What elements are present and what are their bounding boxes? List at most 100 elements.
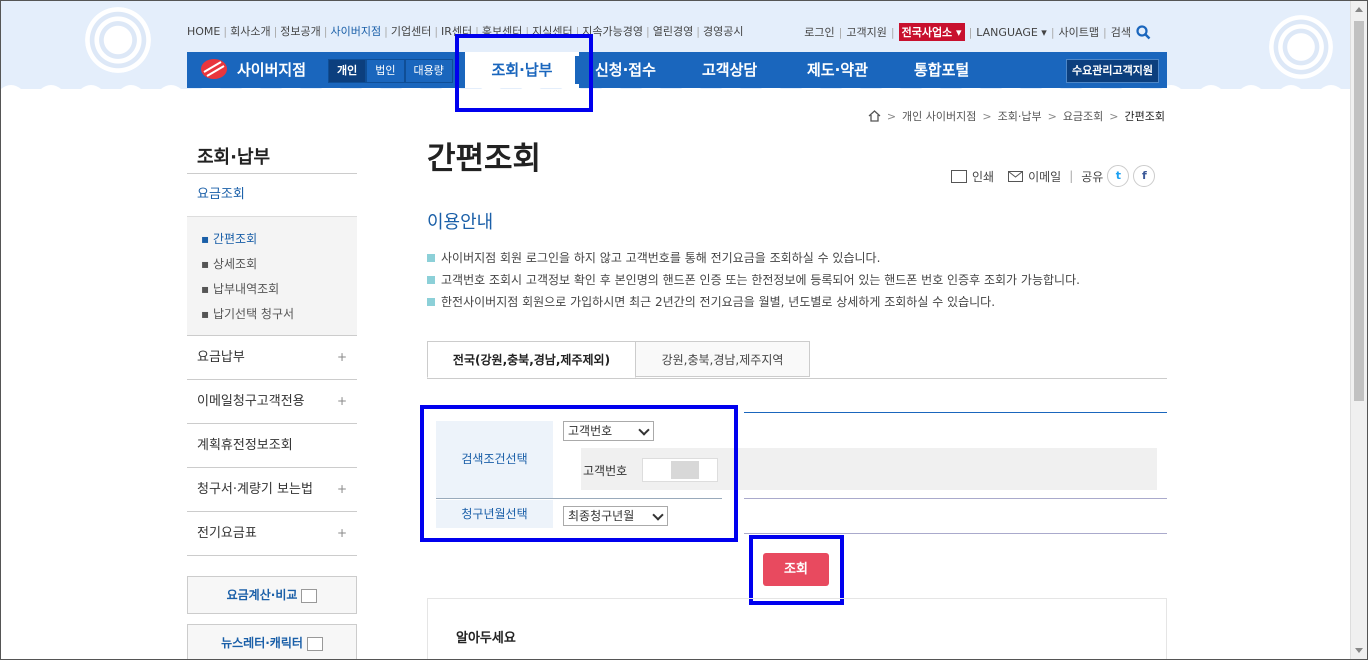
plus-icon: + [336, 350, 347, 364]
util-open-management-link[interactable]: 열린경영 [653, 25, 693, 38]
guide-item: 고객번호 조회시 고객정보 확인 후 본인명의 핸드폰 인증 또는 한전정보에 … [427, 269, 1080, 291]
breadcrumb: > 개인 사이버지점 > 조회·납부 > 요금조회 > 간편조회 [868, 108, 1165, 124]
left-nav-label: 전기요금표 [197, 526, 257, 541]
guide-item: 한전사이버지점 회원으로 가입하시면 최근 2년간의 전기요금을 월별, 년도별… [427, 291, 1080, 313]
support-link[interactable]: 고객지원 [846, 24, 886, 40]
util-company-link[interactable]: 회사소개 [230, 25, 270, 38]
left-nav-item-rate-table[interactable]: 전기요금표 + [187, 512, 357, 556]
decor-circle-right [1269, 15, 1333, 79]
banner-rate-calculator[interactable]: 요금계산·비교 [187, 576, 357, 614]
banner-label: 요금계산·비교 [226, 588, 298, 602]
util-enterprise-link[interactable]: 기업센터 [391, 25, 431, 38]
demand-management-button[interactable]: 수요관리고객지원 [1066, 59, 1159, 83]
search-icon[interactable] [1136, 24, 1151, 40]
global-nav: 사이버지점 개인 법인 대용량 조회·납부 신청·접수 고객상담 제도·약관 통… [187, 52, 1167, 88]
email-link[interactable]: 이메일 [1028, 168, 1061, 185]
bullet-icon [427, 298, 435, 306]
submenu-item-simple-inquiry[interactable]: ▪ 간편조회 [201, 227, 357, 252]
page-tools: 인쇄 이메일 | 공유 t f [951, 165, 1156, 187]
left-nav-submenu: ▪ 간편조회 ▪ 상세조회 ▪ 납부내역조회 ▪ 납기선택 청구서 [187, 217, 357, 336]
bullet-icon [427, 276, 435, 284]
home-icon[interactable] [868, 110, 881, 122]
highlight-box-submit [749, 535, 844, 605]
highlight-box-nav [455, 34, 593, 112]
language-label: LANGUAGE [976, 25, 1038, 39]
submenu-label: 납기선택 청구서 [212, 307, 295, 321]
left-nav: 조회·납부 요금조회 ▪ 간편조회 ▪ 상세조회 ▪ 납부내역조회 ▪ 납기선택… [187, 131, 357, 659]
tab-nationwide[interactable]: 전국(강원,충북,경남,제주제외) [427, 341, 636, 378]
guide-text: 한전사이버지점 회원으로 가입하시면 최근 2년간의 전기요금을 월별, 년도별… [441, 295, 996, 309]
facebook-icon[interactable]: f [1133, 165, 1156, 187]
submenu-item-due-date-bill[interactable]: ▪ 납기선택 청구서 [201, 302, 357, 327]
national-office-dropdown[interactable]: 전국사업소 ▾ [898, 23, 965, 41]
breadcrumb-item[interactable]: 개인 사이버지점 [902, 108, 976, 124]
login-link[interactable]: 로그인 [804, 24, 834, 40]
vertical-scrollbar[interactable] [1350, 1, 1367, 659]
breadcrumb-item[interactable]: 조회·납부 [998, 108, 1042, 124]
menu-apply[interactable]: 신청·접수 [595, 52, 656, 88]
util-disclosure-mgmt-link[interactable]: 경영공시 [703, 25, 743, 38]
notice-title: 알아두세요 [456, 631, 516, 646]
sitemap-link[interactable]: 사이트맵 [1059, 24, 1099, 40]
newsletter-icon [306, 636, 323, 651]
scroll-thumb[interactable] [1354, 21, 1364, 401]
email-icon [1008, 170, 1024, 182]
section-title: 이용안내 [427, 212, 494, 233]
region-tabs: 전국(강원,충북,경남,제주제외) 강원,충북,경남,제주지역 [427, 341, 1167, 379]
form-top-line [744, 412, 1167, 413]
left-nav-item-payment[interactable]: 요금납부 + [187, 336, 357, 380]
guide-item: 사이버지점 회원 로그인을 하지 않고 고객번호를 통해 전기요금을 조회하실 … [427, 247, 1080, 269]
util-disclosure-link[interactable]: 정보공개 [280, 25, 320, 38]
scroll-up-icon[interactable] [1355, 7, 1363, 12]
seg-personal[interactable]: 개인 [328, 59, 367, 83]
breadcrumb-item[interactable]: 요금조회 [1063, 108, 1103, 124]
left-nav-item-outage-info[interactable]: 계획휴전정보조회 [187, 424, 357, 468]
logo-text: 사이버지점 [237, 60, 307, 79]
decor-circle-left [85, 7, 151, 73]
row-divider [744, 498, 1167, 499]
national-office-label: 전국사업소 [901, 26, 953, 39]
print-link[interactable]: 인쇄 [972, 168, 994, 185]
customer-type-toggle: 개인 법인 대용량 [328, 59, 453, 83]
scroll-down-icon[interactable] [1355, 648, 1363, 653]
plus-icon: + [336, 526, 347, 540]
search-link[interactable]: 검색 [1111, 24, 1131, 40]
util-cyber-branch-link[interactable]: 사이버지점 [331, 25, 382, 38]
left-nav-label: 이메일청구고객전용 [197, 394, 305, 409]
right-utility-nav: 로그인 | 고객지원 | 전국사업소 ▾ | LANGUAGE ▾ | 사이트맵 | 검색 [804, 23, 1151, 41]
left-nav-current[interactable]: 요금조회 [187, 174, 357, 217]
print-icon [951, 169, 967, 183]
menu-counsel[interactable]: 고객상담 [702, 52, 757, 88]
menu-rules[interactable]: 제도·약관 [807, 52, 868, 88]
browser-page: HOME | 회사소개 | 정보공개 | 사이버지점 | 기업센터 | IR센터 | 홍보센터 | 지식센터… [0, 0, 1368, 660]
util-home-link[interactable]: HOME [187, 25, 220, 38]
seg-corporate[interactable]: 법인 [366, 59, 405, 83]
calculator-icon [301, 588, 318, 603]
twitter-icon[interactable]: t [1107, 165, 1130, 187]
row-divider [744, 533, 1167, 534]
banner-newsletter[interactable]: 뉴스레터·캐릭터 [187, 624, 357, 659]
language-dropdown[interactable]: LANGUAGE ▾ [976, 26, 1047, 39]
left-nav-label: 요금납부 [197, 350, 245, 365]
menu-portal[interactable]: 통합포털 [914, 52, 969, 88]
banner-label: 뉴스레터·캐릭터 [221, 636, 303, 650]
submenu-item-payment-history[interactable]: ▪ 납부내역조회 [201, 277, 357, 302]
left-nav-label: 청구서·계량기 보는법 [197, 482, 313, 497]
plus-icon: + [336, 394, 347, 408]
submenu-item-detailed-inquiry[interactable]: ▪ 상세조회 [201, 252, 357, 277]
page-title: 간편조회 [427, 141, 542, 177]
left-nav-item-email-billing[interactable]: 이메일청구고객전용 + [187, 380, 357, 424]
tab-regional[interactable]: 강원,충북,경남,제주지역 [635, 341, 810, 377]
highlight-box-form [420, 405, 738, 542]
caret-down-icon: ▾ [1041, 25, 1047, 39]
breadcrumb-current: 간편조회 [1124, 110, 1165, 123]
left-nav-label: 계획휴전정보조회 [197, 438, 293, 453]
share-label: 공유 [1081, 169, 1104, 184]
seg-bulk[interactable]: 대용량 [404, 59, 453, 83]
bullet-icon [427, 254, 435, 262]
submenu-label: 간편조회 [212, 232, 258, 246]
guide-list: 사이버지점 회원 로그인을 하지 않고 고객번호를 통해 전기요금을 조회하실 … [427, 247, 1080, 313]
site-logo[interactable]: 사이버지점 [201, 58, 306, 80]
plus-icon: + [336, 482, 347, 496]
left-nav-item-bill-guide[interactable]: 청구서·계량기 보는법 + [187, 468, 357, 512]
